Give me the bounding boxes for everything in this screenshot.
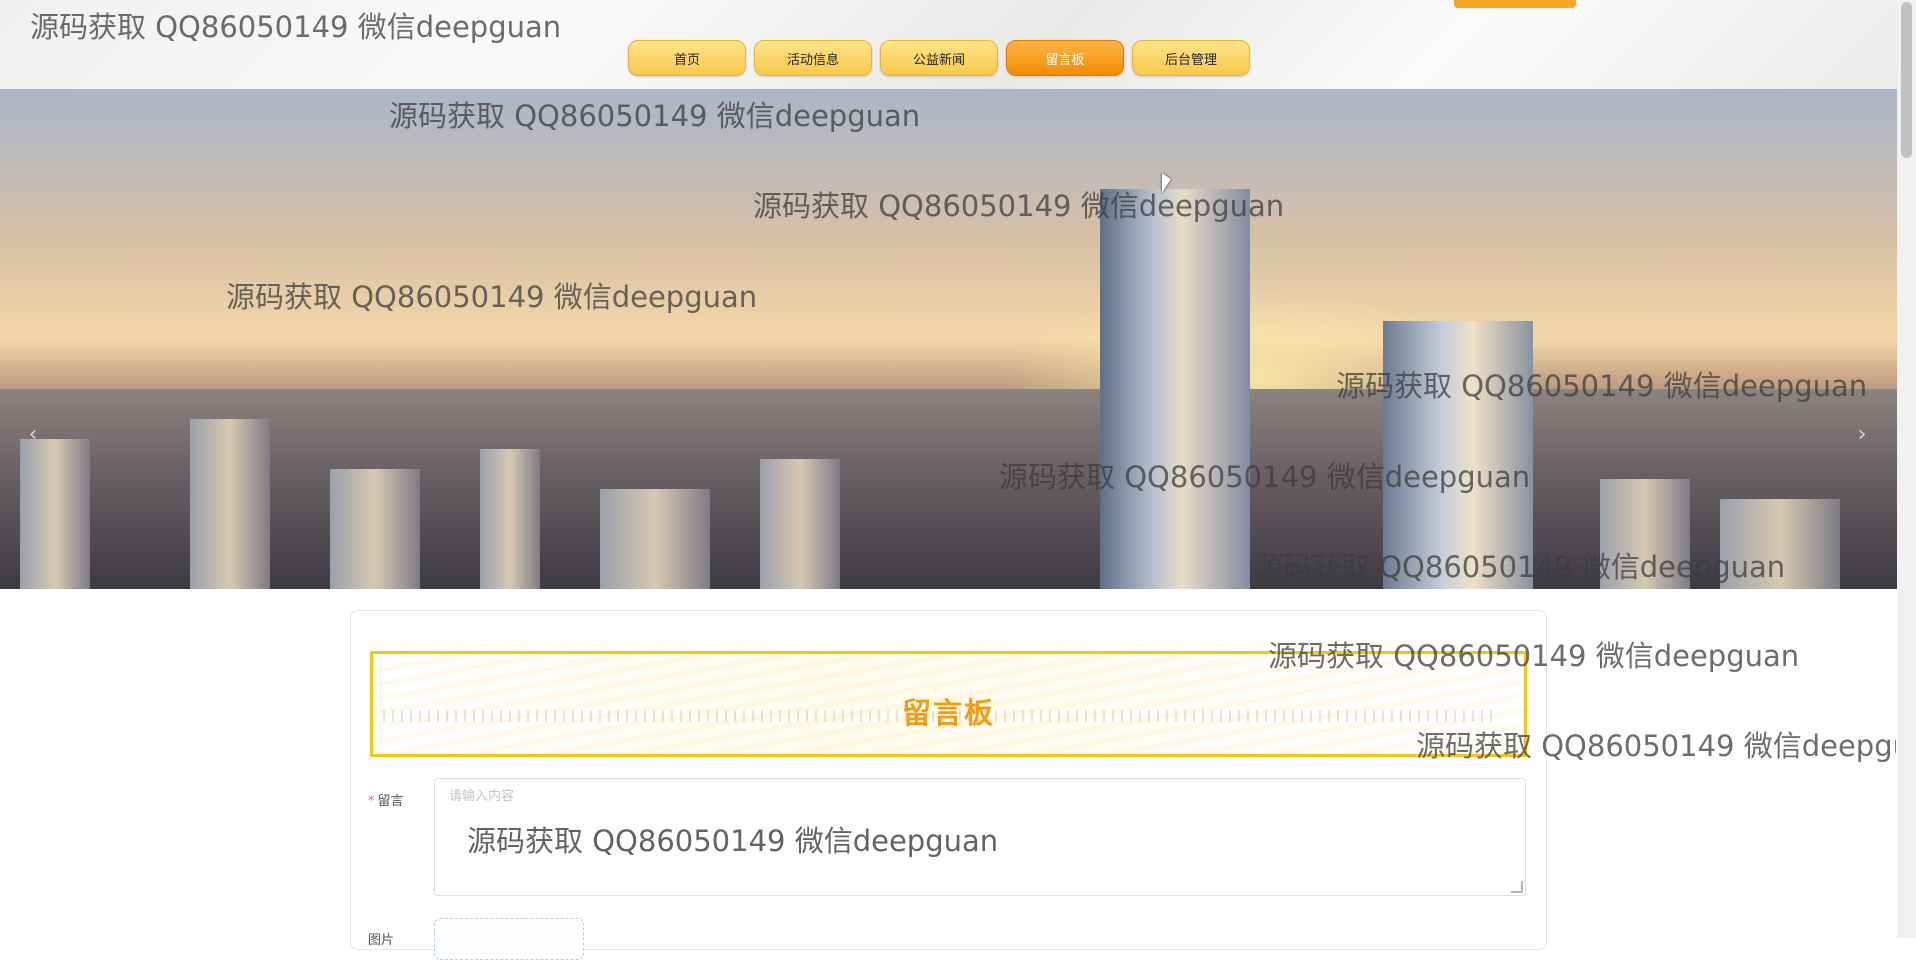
- top-tab[interactable]: [1454, 0, 1576, 8]
- watermark: 源码获取 QQ86050149 微信deepguan: [1268, 639, 1800, 673]
- watermark: 源码获取 QQ86050149 微信deepguan: [999, 460, 1531, 494]
- banner-carousel: ‹ ›: [0, 89, 1897, 589]
- watermark: 源码获取 QQ86050149 微信deepguan: [30, 10, 562, 44]
- message-placeholder: 请输入内容: [449, 789, 515, 804]
- page-title: 留言板: [901, 696, 995, 730]
- watermark: 源码获取 QQ86050149 微信deepguan: [1254, 550, 1786, 584]
- watermark: 源码获取 QQ86050149 微信deepguan: [389, 99, 921, 133]
- nav-home[interactable]: 首页: [628, 40, 746, 76]
- mouse-cursor-icon: [1162, 173, 1171, 193]
- image-upload[interactable]: [434, 918, 584, 960]
- watermark: 源码获取 QQ86050149 微信deepguan: [226, 280, 758, 314]
- watermark: 源码获取 QQ86050149 微信deepguan: [1416, 729, 1896, 763]
- nav-admin[interactable]: 后台管理: [1132, 40, 1250, 76]
- watermark: 源码获取 QQ86050149 微信deepguan: [1336, 369, 1868, 403]
- nav-charity-news[interactable]: 公益新闻: [880, 40, 998, 76]
- chevron-left-icon[interactable]: ‹: [18, 419, 48, 449]
- message-label-text: 留言: [377, 794, 404, 809]
- message-label: * 留言: [368, 790, 404, 809]
- message-value: 源码获取 QQ86050149 微信deepguan: [467, 824, 999, 858]
- required-mark: *: [368, 794, 375, 809]
- image-label: 图片: [368, 933, 395, 948]
- watermark: 源码获取 QQ86050149 微信deepguan: [753, 189, 1285, 223]
- banner-tower: [1100, 189, 1250, 589]
- resize-handle-icon[interactable]: [1511, 881, 1523, 893]
- chevron-right-icon[interactable]: ›: [1847, 419, 1877, 449]
- main-nav: 首页 活动信息 公益新闻 留言板 后台管理: [628, 40, 1250, 76]
- nav-message-board[interactable]: 留言板: [1006, 40, 1124, 76]
- scrollbar-thumb[interactable]: [1901, 2, 1912, 158]
- message-textarea[interactable]: 请输入内容 源码获取 QQ86050149 微信deepguan: [434, 778, 1526, 896]
- nav-activities[interactable]: 活动信息: [754, 40, 872, 76]
- page-scrollbar[interactable]: [1897, 0, 1916, 938]
